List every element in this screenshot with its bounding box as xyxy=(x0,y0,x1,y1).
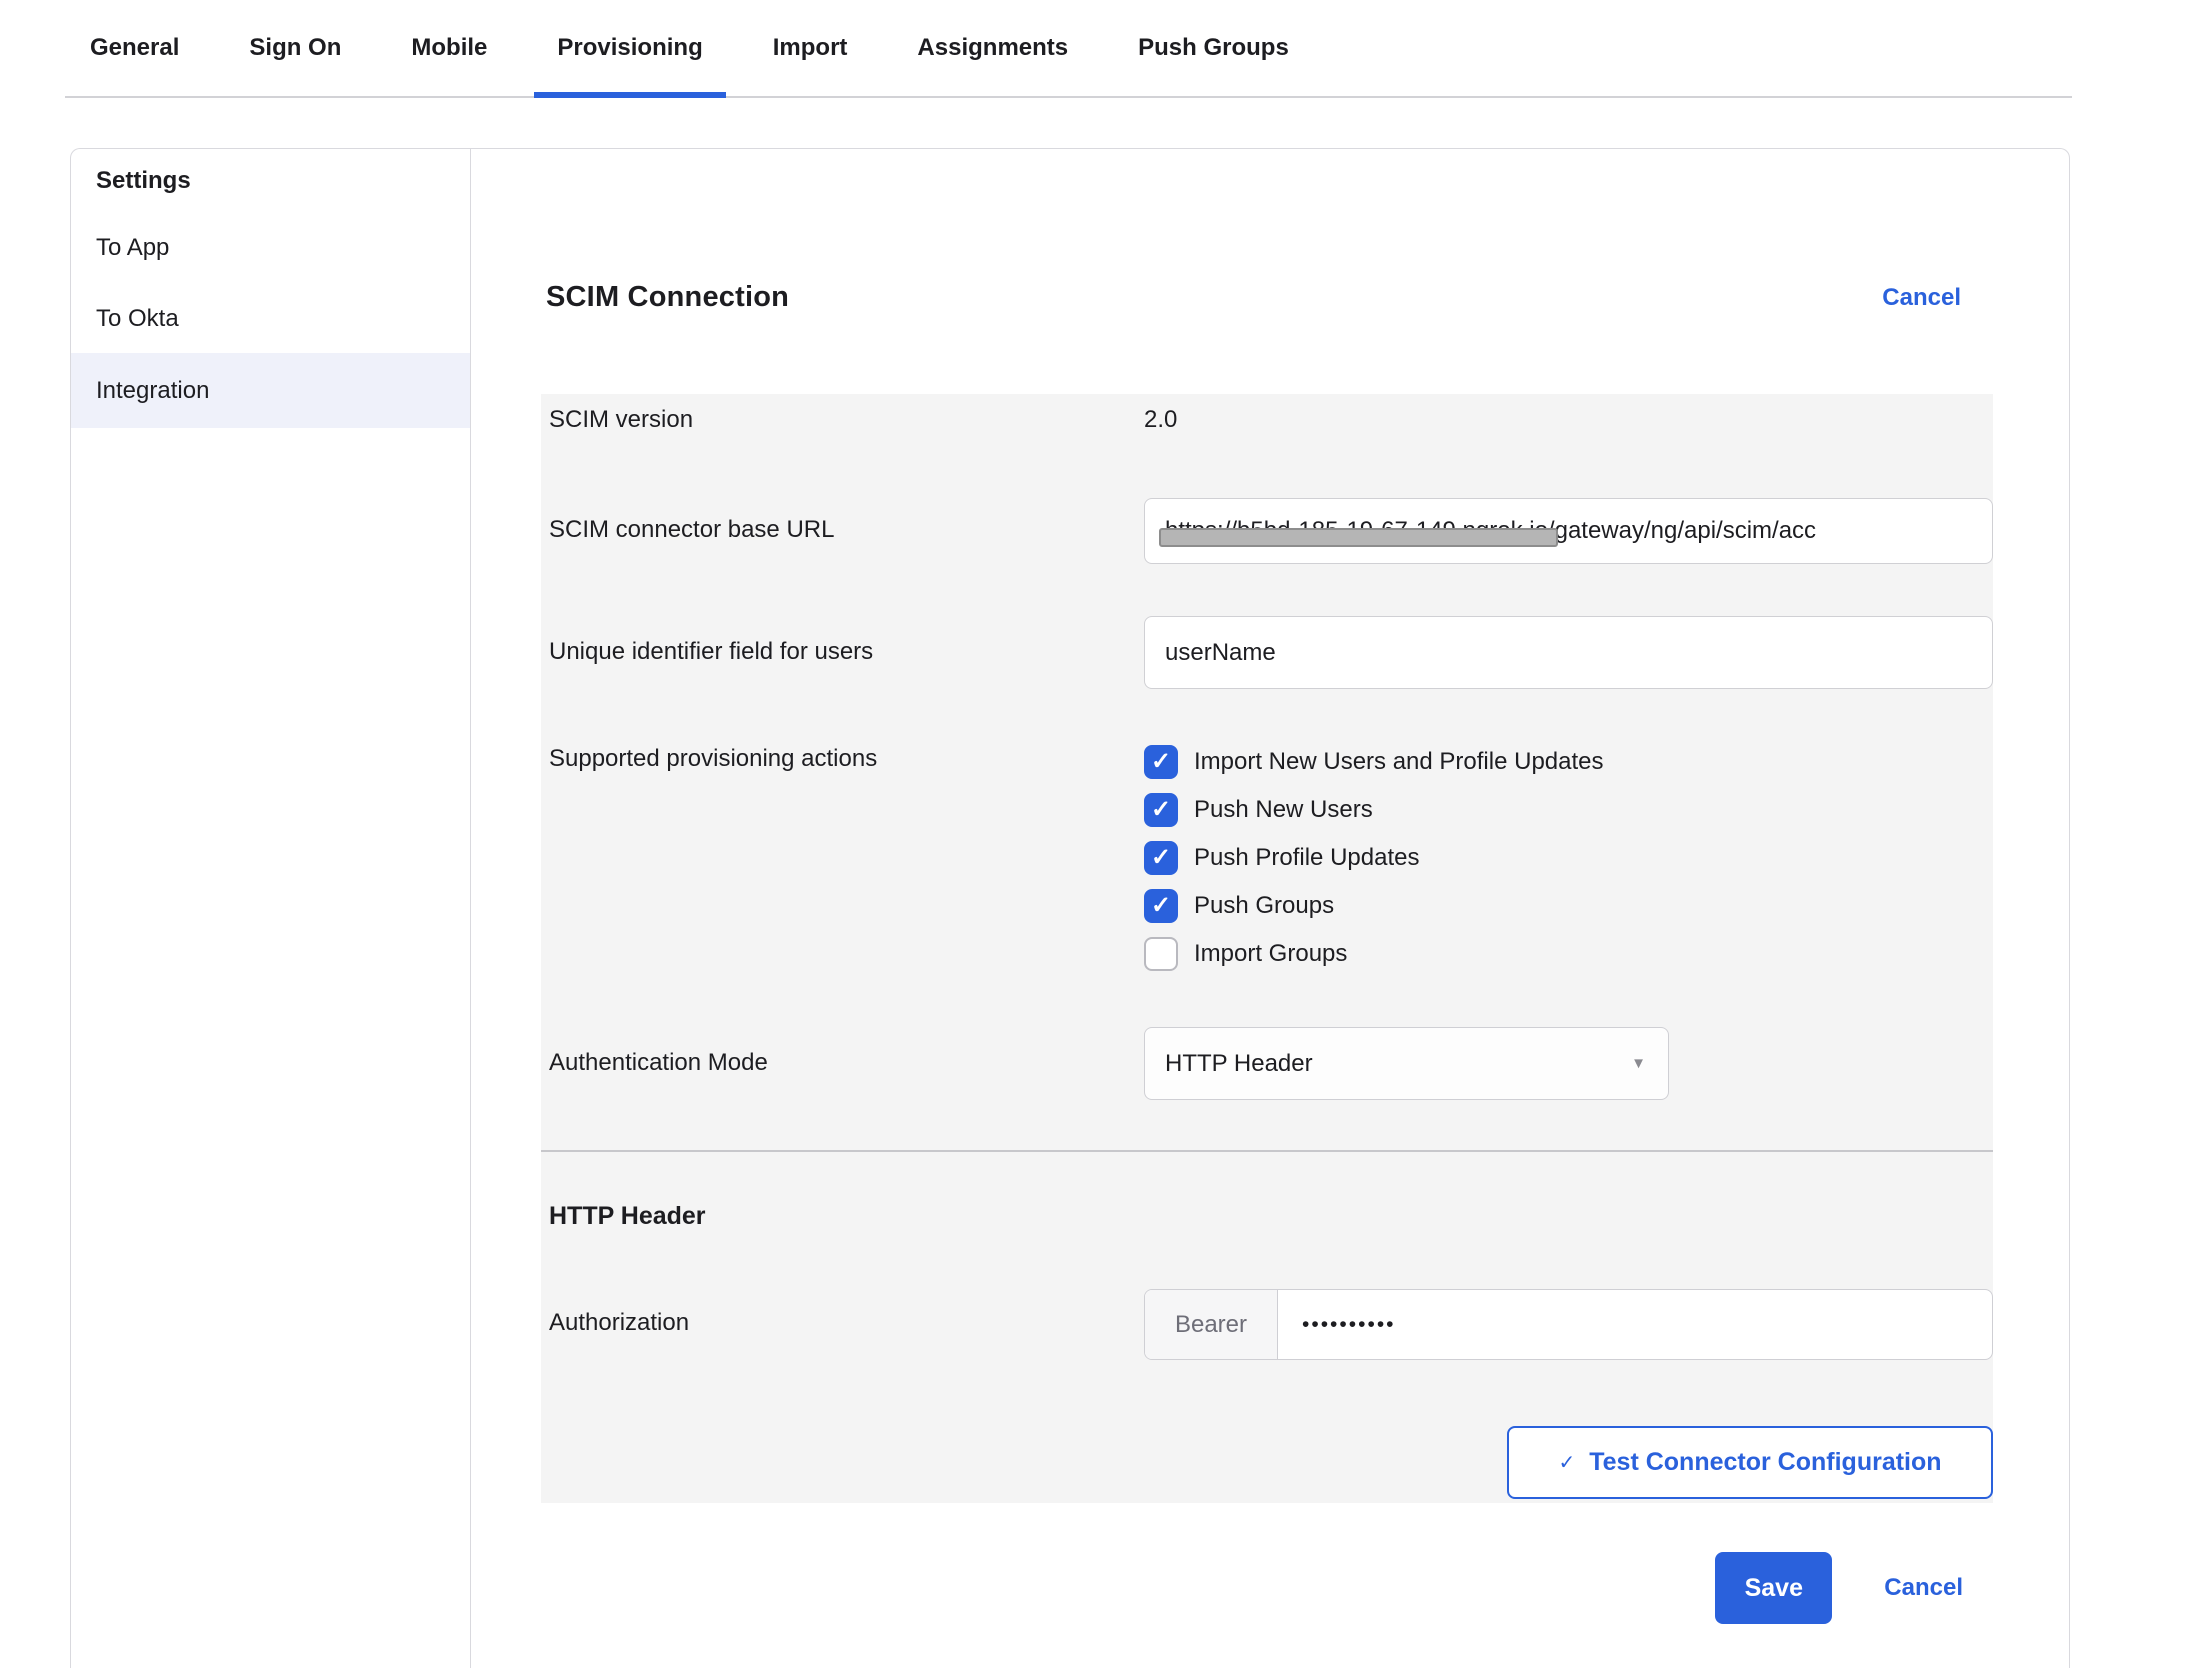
provisioning-actions-label: Supported provisioning actions xyxy=(549,745,1144,971)
checkmark-icon: ✓ xyxy=(1558,1450,1575,1475)
checkbox-label: Push Groups xyxy=(1194,892,1334,920)
checkbox-import-groups[interactable]: ✓ xyxy=(1144,937,1178,971)
checkbox-push-profile-updates[interactable]: ✓ xyxy=(1144,841,1178,875)
checkbox-label: Push New Users xyxy=(1194,796,1373,824)
scim-version-row: SCIM version 2.0 xyxy=(549,406,1993,434)
checkbox-row-import-new-users[interactable]: ✓ Import New Users and Profile Updates xyxy=(1144,745,1993,779)
scim-connection-form: SCIM version 2.0 SCIM connector base URL… xyxy=(541,394,1993,1503)
sidebar-heading: Settings xyxy=(96,167,191,195)
tab-provisioning[interactable]: Provisioning xyxy=(534,34,725,98)
checkmark-icon: ✓ xyxy=(1151,798,1171,822)
app-tab-bar: General Sign On Mobile Provisioning Impo… xyxy=(0,0,2201,98)
http-header-section-heading: HTTP Header xyxy=(549,1202,706,1231)
checkbox-row-push-groups[interactable]: ✓ Push Groups xyxy=(1144,889,1993,923)
authentication-mode-label: Authentication Mode xyxy=(549,1027,1144,1100)
sidebar-item-integration[interactable]: Integration xyxy=(71,353,470,428)
redaction-bar xyxy=(1159,528,1558,547)
checkbox-label: Push Profile Updates xyxy=(1194,844,1419,872)
tab-sign-on[interactable]: Sign On xyxy=(226,34,364,98)
tab-general[interactable]: General xyxy=(67,34,202,98)
checkbox-row-push-new-users[interactable]: ✓ Push New Users xyxy=(1144,793,1993,827)
sidebar-item-to-app[interactable]: To App xyxy=(71,212,470,283)
tab-push-groups[interactable]: Push Groups xyxy=(1115,34,1312,98)
settings-sidebar: Settings To App To Okta Integration xyxy=(71,149,471,1668)
cancel-link-top[interactable]: Cancel xyxy=(1882,284,1961,312)
unique-identifier-row: Unique identifier field for users userNa… xyxy=(549,616,1993,689)
unique-identifier-value: userName xyxy=(1165,639,1276,667)
base-url-label: SCIM connector base URL xyxy=(549,498,1144,564)
scim-version-value: 2.0 xyxy=(1144,406,1177,433)
settings-card: Settings To App To Okta Integration SCIM… xyxy=(70,148,2070,1668)
tab-mobile[interactable]: Mobile xyxy=(388,34,510,98)
provisioning-actions-row: Supported provisioning actions ✓ Import … xyxy=(549,745,1993,971)
base-url-redacted-segment: https://b5bd-185-19-67-149.ngrok.io xyxy=(1165,517,1548,545)
section-divider xyxy=(541,1150,1993,1152)
unique-identifier-label: Unique identifier field for users xyxy=(549,616,1144,689)
test-connector-configuration-label: Test Connector Configuration xyxy=(1589,1448,1941,1477)
checkbox-import-new-users[interactable]: ✓ xyxy=(1144,745,1178,779)
checkmark-icon: ✓ xyxy=(1151,750,1171,774)
chevron-down-icon: ▼ xyxy=(1631,1055,1646,1072)
save-button[interactable]: Save xyxy=(1715,1552,1832,1624)
bearer-prefix: Bearer xyxy=(1145,1290,1278,1359)
provisioning-settings-page: General Sign On Mobile Provisioning Impo… xyxy=(0,0,2201,1645)
authorization-label: Authorization xyxy=(549,1289,1144,1360)
scim-version-label: SCIM version xyxy=(549,406,1144,434)
checkbox-row-push-profile-updates[interactable]: ✓ Push Profile Updates xyxy=(1144,841,1993,875)
authorization-row: Authorization Bearer •••••••••• xyxy=(549,1289,1993,1360)
unique-identifier-input[interactable]: userName xyxy=(1144,616,1993,689)
page-title: SCIM Connection xyxy=(546,281,789,314)
tab-list: General Sign On Mobile Provisioning Impo… xyxy=(67,34,1312,98)
checkmark-icon: ✓ xyxy=(1151,846,1171,870)
checkbox-push-new-users[interactable]: ✓ xyxy=(1144,793,1178,827)
form-footer: Save Cancel xyxy=(1715,1552,1963,1624)
base-url-visible-suffix: /gateway/ng/api/scim/acc xyxy=(1548,517,1816,545)
checkbox-label: Import New Users and Profile Updates xyxy=(1194,748,1604,776)
checkbox-push-groups[interactable]: ✓ xyxy=(1144,889,1178,923)
authorization-token-input[interactable]: •••••••••• xyxy=(1278,1290,1992,1359)
authorization-input-group: Bearer •••••••••• xyxy=(1144,1289,1993,1360)
tab-import[interactable]: Import xyxy=(750,34,871,98)
authentication-mode-row: Authentication Mode HTTP Header ▼ xyxy=(549,1027,1993,1100)
tab-assignments[interactable]: Assignments xyxy=(894,34,1091,98)
checkmark-icon: ✓ xyxy=(1151,894,1171,918)
test-connector-configuration-button[interactable]: ✓ Test Connector Configuration xyxy=(1507,1426,1993,1499)
provisioning-actions-checklist: ✓ Import New Users and Profile Updates ✓… xyxy=(1144,745,1993,971)
base-url-input[interactable]: https://b5bd-185-19-67-149.ngrok.io /gat… xyxy=(1144,498,1993,564)
authentication-mode-select[interactable]: HTTP Header ▼ xyxy=(1144,1027,1669,1100)
main-content: SCIM Connection Cancel SCIM version 2.0 … xyxy=(471,149,2071,1668)
checkbox-label: Import Groups xyxy=(1194,940,1347,968)
cancel-link-bottom[interactable]: Cancel xyxy=(1884,1574,1963,1602)
title-row: SCIM Connection Cancel xyxy=(546,281,1961,314)
base-url-row: SCIM connector base URL https://b5bd-185… xyxy=(549,498,1993,564)
sidebar-item-to-okta[interactable]: To Okta xyxy=(71,283,470,354)
checkbox-row-import-groups[interactable]: ✓ Import Groups xyxy=(1144,937,1993,971)
authentication-mode-value: HTTP Header xyxy=(1165,1050,1313,1078)
